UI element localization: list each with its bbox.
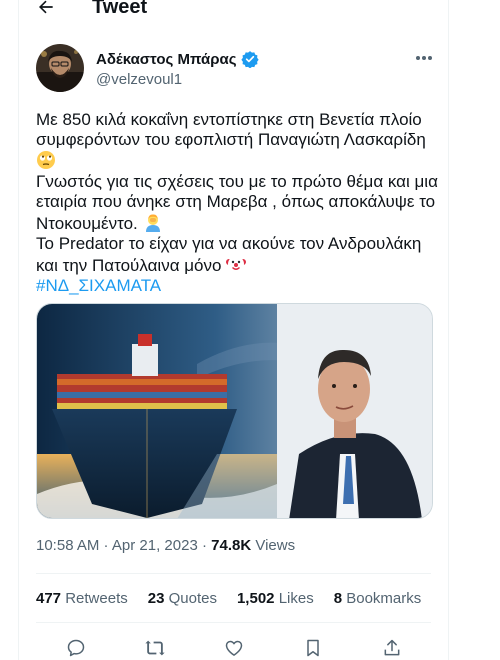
quotes-count: 23 — [147, 590, 165, 607]
divider — [36, 573, 431, 574]
header-bar: Tweet — [19, 0, 448, 22]
display-name-row[interactable]: Αδέκαστος Μπάρας — [96, 50, 259, 68]
arrow-left-icon — [39, 0, 53, 14]
handle[interactable]: @velzevoul1 — [96, 71, 259, 88]
quotes-stat[interactable]: 23 Quotes — [148, 590, 217, 607]
meta-separator: · — [197, 537, 212, 554]
more-button[interactable] — [414, 50, 434, 66]
retweets-count: 477 — [36, 590, 62, 607]
likes-stat[interactable]: 1,502 Likes — [237, 590, 314, 607]
like-button[interactable] — [222, 636, 246, 660]
display-name: Αδέκαστος Μπάρας — [96, 50, 237, 68]
retweets-label: Retweets — [65, 590, 128, 607]
media-illustration — [37, 304, 432, 518]
author-block: Αδέκαστος Μπάρας @velzevoul1 — [96, 50, 259, 88]
tweet-media-image[interactable] — [36, 303, 433, 519]
tweet-meta: 10:58 AM · Apr 21, 2023 · 74.8K Views — [36, 537, 295, 554]
retweet-button[interactable] — [143, 636, 167, 660]
clown-face-icon — [226, 256, 247, 272]
tweet-text: Με 850 κιλά κοκαΐνη εντοπίστηκε στη Βενε… — [36, 110, 441, 296]
tweet-date[interactable]: Apr 21, 2023 — [112, 537, 198, 554]
tweet-line: Με 850 κιλά κοκαΐνη εντοπίστηκε στη Βενε… — [36, 110, 422, 129]
hashtag-link[interactable]: #ΝΔ_ΣΙΧΑΜΑΤΑ — [36, 276, 441, 296]
like-icon — [225, 640, 242, 656]
likes-count: 1,502 — [236, 590, 275, 607]
avatar[interactable] — [36, 44, 84, 92]
views-count: 74.8K — [211, 537, 252, 554]
action-bar — [36, 636, 431, 660]
bookmarks-label: Bookmarks — [346, 590, 422, 607]
bookmarks-stat[interactable]: 8 Bookmarks — [334, 590, 422, 607]
tweet-line-with-emoji: Ντοκουμέντο. — [36, 212, 441, 234]
bookmarks-count: 8 — [333, 590, 343, 607]
tweet-time[interactable]: 10:58 AM — [36, 537, 99, 554]
tweet-line: Το Predator το είχαν για να ακούνε τον Α… — [36, 234, 422, 253]
page-title: Tweet — [92, 0, 148, 18]
tweet-line: και την Πατούλαινα μόνο — [36, 256, 222, 275]
divider — [36, 622, 431, 623]
retweets-stat[interactable]: 477 Retweets — [36, 590, 128, 607]
face-with-rolling-eyes-icon — [37, 151, 55, 169]
more-icon — [416, 56, 432, 60]
tweet-line: εταιρία που άνηκε στη Μαρεβα , όπως αποκ… — [36, 192, 436, 211]
reply-button[interactable] — [64, 636, 88, 660]
share-icon — [384, 639, 399, 656]
tweet-line: Ντοκουμέντο. — [36, 214, 138, 233]
person-facepalming-icon — [145, 214, 160, 232]
bookmark-button[interactable] — [301, 636, 325, 660]
engagement-stats: 477 Retweets 23 Quotes 1,502 Likes 8 Boo… — [36, 590, 421, 607]
views-label: Views — [255, 537, 296, 554]
bookmark-icon — [306, 639, 319, 657]
avatar-image — [36, 44, 84, 92]
share-button[interactable] — [380, 636, 404, 660]
retweet-icon — [144, 640, 165, 656]
quotes-label: Quotes — [168, 590, 217, 607]
tweet-column: Tweet Αδέκαστος Μπάρας @velzevoul1 Με 85… — [18, 0, 449, 660]
tweet-line: συμφερόντων του εφοπλιστή Παναγιώτη Λασκ… — [36, 130, 426, 149]
likes-label: Likes — [278, 590, 314, 607]
back-button[interactable] — [33, 0, 59, 20]
tweet-line-emoji — [36, 150, 441, 172]
tweet-line: Γνωστός για τις σχέσεις του με το πρώτο … — [36, 172, 438, 191]
reply-icon — [67, 639, 84, 657]
verified-badge-icon — [240, 51, 259, 68]
meta-separator: · — [99, 537, 112, 554]
tweet-line-with-emoji: και την Πατούλαινα μόνο — [36, 254, 441, 276]
